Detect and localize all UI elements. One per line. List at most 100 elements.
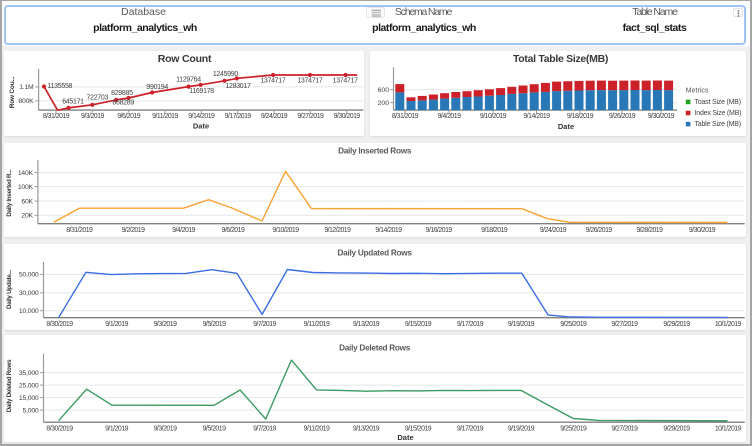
svg-text:20K: 20K <box>21 213 33 220</box>
svg-text:9/27/2019: 9/27/2019 <box>611 321 638 328</box>
svg-text:Daily Deleted Rows: Daily Deleted Rows <box>6 359 13 412</box>
svg-text:9/15/2019: 9/15/2019 <box>405 426 432 433</box>
svg-text:9/15/2019: 9/15/2019 <box>405 321 432 328</box>
svg-text:9/24/2019: 9/24/2019 <box>540 227 567 234</box>
svg-text:30,000: 30,000 <box>19 290 39 297</box>
svg-text:9/30/2019: 9/30/2019 <box>689 227 716 234</box>
svg-text:Metrics: Metrics <box>686 87 709 94</box>
svg-text:8/31/2019: 8/31/2019 <box>392 113 419 120</box>
svg-text:9/14/2019: 9/14/2019 <box>523 113 550 120</box>
svg-text:9/25/2019: 9/25/2019 <box>560 426 587 433</box>
svg-text:9/13/2019: 9/13/2019 <box>353 426 380 433</box>
svg-text:Daily Inserted Rows: Daily Inserted Rows <box>338 147 412 156</box>
svg-text:Date: Date <box>558 122 574 131</box>
svg-text:Daily Deleted Rows: Daily Deleted Rows <box>339 344 411 353</box>
svg-text:8/30/2019: 8/30/2019 <box>46 426 73 433</box>
svg-text:Toast Size (MB): Toast Size (MB) <box>695 99 741 106</box>
svg-text:Daily Update...: Daily Update... <box>6 270 13 309</box>
svg-text:10,000: 10,000 <box>19 308 39 315</box>
svg-text:1129764: 1129764 <box>176 77 201 84</box>
svg-text:9/2/2019: 9/2/2019 <box>122 227 145 234</box>
svg-text:1374717: 1374717 <box>260 78 286 85</box>
svg-text:1374717: 1374717 <box>333 78 359 85</box>
svg-text:9/10/2019: 9/10/2019 <box>480 113 507 120</box>
svg-text:9/19/2019: 9/19/2019 <box>508 321 535 328</box>
svg-text:9/19/2019: 9/19/2019 <box>508 426 535 433</box>
svg-text:9/11/2019: 9/11/2019 <box>304 321 330 328</box>
svg-text:9/18/2019: 9/18/2019 <box>481 227 508 234</box>
svg-text:15,000: 15,000 <box>19 395 39 402</box>
svg-text:9/1/2019: 9/1/2019 <box>105 321 128 328</box>
svg-text:9/11/2019: 9/11/2019 <box>304 426 330 433</box>
svg-text:35,000: 35,000 <box>19 370 39 377</box>
svg-text:645171: 645171 <box>62 99 84 106</box>
svg-text:1.1M: 1.1M <box>19 84 34 91</box>
svg-text:9/10/2019: 9/10/2019 <box>272 227 299 234</box>
svg-text:9/11/2019: 9/11/2019 <box>152 113 178 120</box>
svg-text:9/27/2019: 9/27/2019 <box>611 426 638 433</box>
svg-text:9/14/2019: 9/14/2019 <box>188 113 215 120</box>
svg-text:9/12/2019: 9/12/2019 <box>324 227 351 234</box>
svg-text:140K: 140K <box>18 170 34 177</box>
svg-text:Date: Date <box>397 433 413 442</box>
svg-text:9/17/2019: 9/17/2019 <box>457 426 484 433</box>
svg-text:Index Size (MB): Index Size (MB) <box>695 110 742 117</box>
svg-text:9/26/2019: 9/26/2019 <box>609 113 636 120</box>
svg-text:9/25/2019: 9/25/2019 <box>560 321 587 328</box>
svg-text:9/14/2019: 9/14/2019 <box>375 227 402 234</box>
svg-text:10/1/2019: 10/1/2019 <box>715 321 742 328</box>
svg-text:Date: Date <box>193 121 209 130</box>
svg-text:9/27/2019: 9/27/2019 <box>297 113 324 120</box>
svg-text:9/30/2019: 9/30/2019 <box>648 113 675 120</box>
svg-text:9/26/2019: 9/26/2019 <box>586 227 613 234</box>
svg-text:9/5/2019: 9/5/2019 <box>203 321 226 328</box>
svg-text:9/18/2019: 9/18/2019 <box>567 113 594 120</box>
svg-text:100K: 100K <box>18 184 34 191</box>
svg-text:990194: 990194 <box>146 84 168 91</box>
svg-text:9/17/2019: 9/17/2019 <box>225 113 252 120</box>
svg-text:1169178: 1169178 <box>189 88 214 95</box>
svg-text:9/16/2019: 9/16/2019 <box>426 227 453 234</box>
svg-text:9/7/2019: 9/7/2019 <box>253 321 276 328</box>
svg-text:9/7/2019: 9/7/2019 <box>253 426 276 433</box>
svg-text:1283017: 1283017 <box>225 83 251 90</box>
svg-text:Table Size (MB): Table Size (MB) <box>695 121 741 128</box>
svg-text:9/13/2019: 9/13/2019 <box>353 321 380 328</box>
svg-text:8/31/2019: 8/31/2019 <box>66 227 93 234</box>
svg-text:10/1/2019: 10/1/2019 <box>715 426 742 433</box>
svg-text:1135558: 1135558 <box>48 83 73 90</box>
svg-text:9/4/2019: 9/4/2019 <box>172 227 195 234</box>
svg-text:9/30/2019: 9/30/2019 <box>334 113 361 120</box>
svg-text:8/31/2019: 8/31/2019 <box>43 113 70 120</box>
svg-text:9/4/2019: 9/4/2019 <box>438 113 461 120</box>
svg-text:50,000: 50,000 <box>19 272 39 279</box>
svg-text:1374717: 1374717 <box>297 78 323 85</box>
svg-text:9/17/2019: 9/17/2019 <box>457 321 484 328</box>
svg-text:Daily Updated Rows: Daily Updated Rows <box>337 249 412 258</box>
svg-text:Row Count: Row Count <box>158 53 212 65</box>
svg-text:9/1/2019: 9/1/2019 <box>105 426 128 433</box>
svg-text:9/28/2019: 9/28/2019 <box>636 227 663 234</box>
svg-text:9/29/2019: 9/29/2019 <box>663 321 690 328</box>
svg-text:9/3/2019: 9/3/2019 <box>154 426 177 433</box>
svg-text:9/3/2019: 9/3/2019 <box>81 113 104 120</box>
svg-text:8/30/2019: 8/30/2019 <box>46 321 73 328</box>
svg-text:9/6/2019: 9/6/2019 <box>221 227 244 234</box>
svg-text:9/29/2019: 9/29/2019 <box>663 426 690 433</box>
svg-text:25,000: 25,000 <box>19 382 39 389</box>
svg-text:9/6/2019: 9/6/2019 <box>117 113 140 120</box>
svg-text:868289: 868289 <box>112 100 134 107</box>
svg-text:9/24/2019: 9/24/2019 <box>261 113 288 120</box>
svg-text:722703: 722703 <box>87 94 109 101</box>
svg-text:Total Table Size(MB): Total Table Size(MB) <box>513 53 608 65</box>
svg-text:9/5/2019: 9/5/2019 <box>203 426 226 433</box>
svg-text:800K: 800K <box>18 98 34 105</box>
svg-text:Row Cou...: Row Cou... <box>9 76 16 108</box>
svg-text:200: 200 <box>378 100 390 107</box>
svg-text:1245990: 1245990 <box>213 71 239 78</box>
svg-text:60K: 60K <box>21 198 33 205</box>
svg-text:600: 600 <box>378 87 390 94</box>
svg-text:9/3/2019: 9/3/2019 <box>154 321 177 328</box>
svg-text:829885: 829885 <box>111 90 133 97</box>
svg-text:5,000: 5,000 <box>22 407 38 414</box>
